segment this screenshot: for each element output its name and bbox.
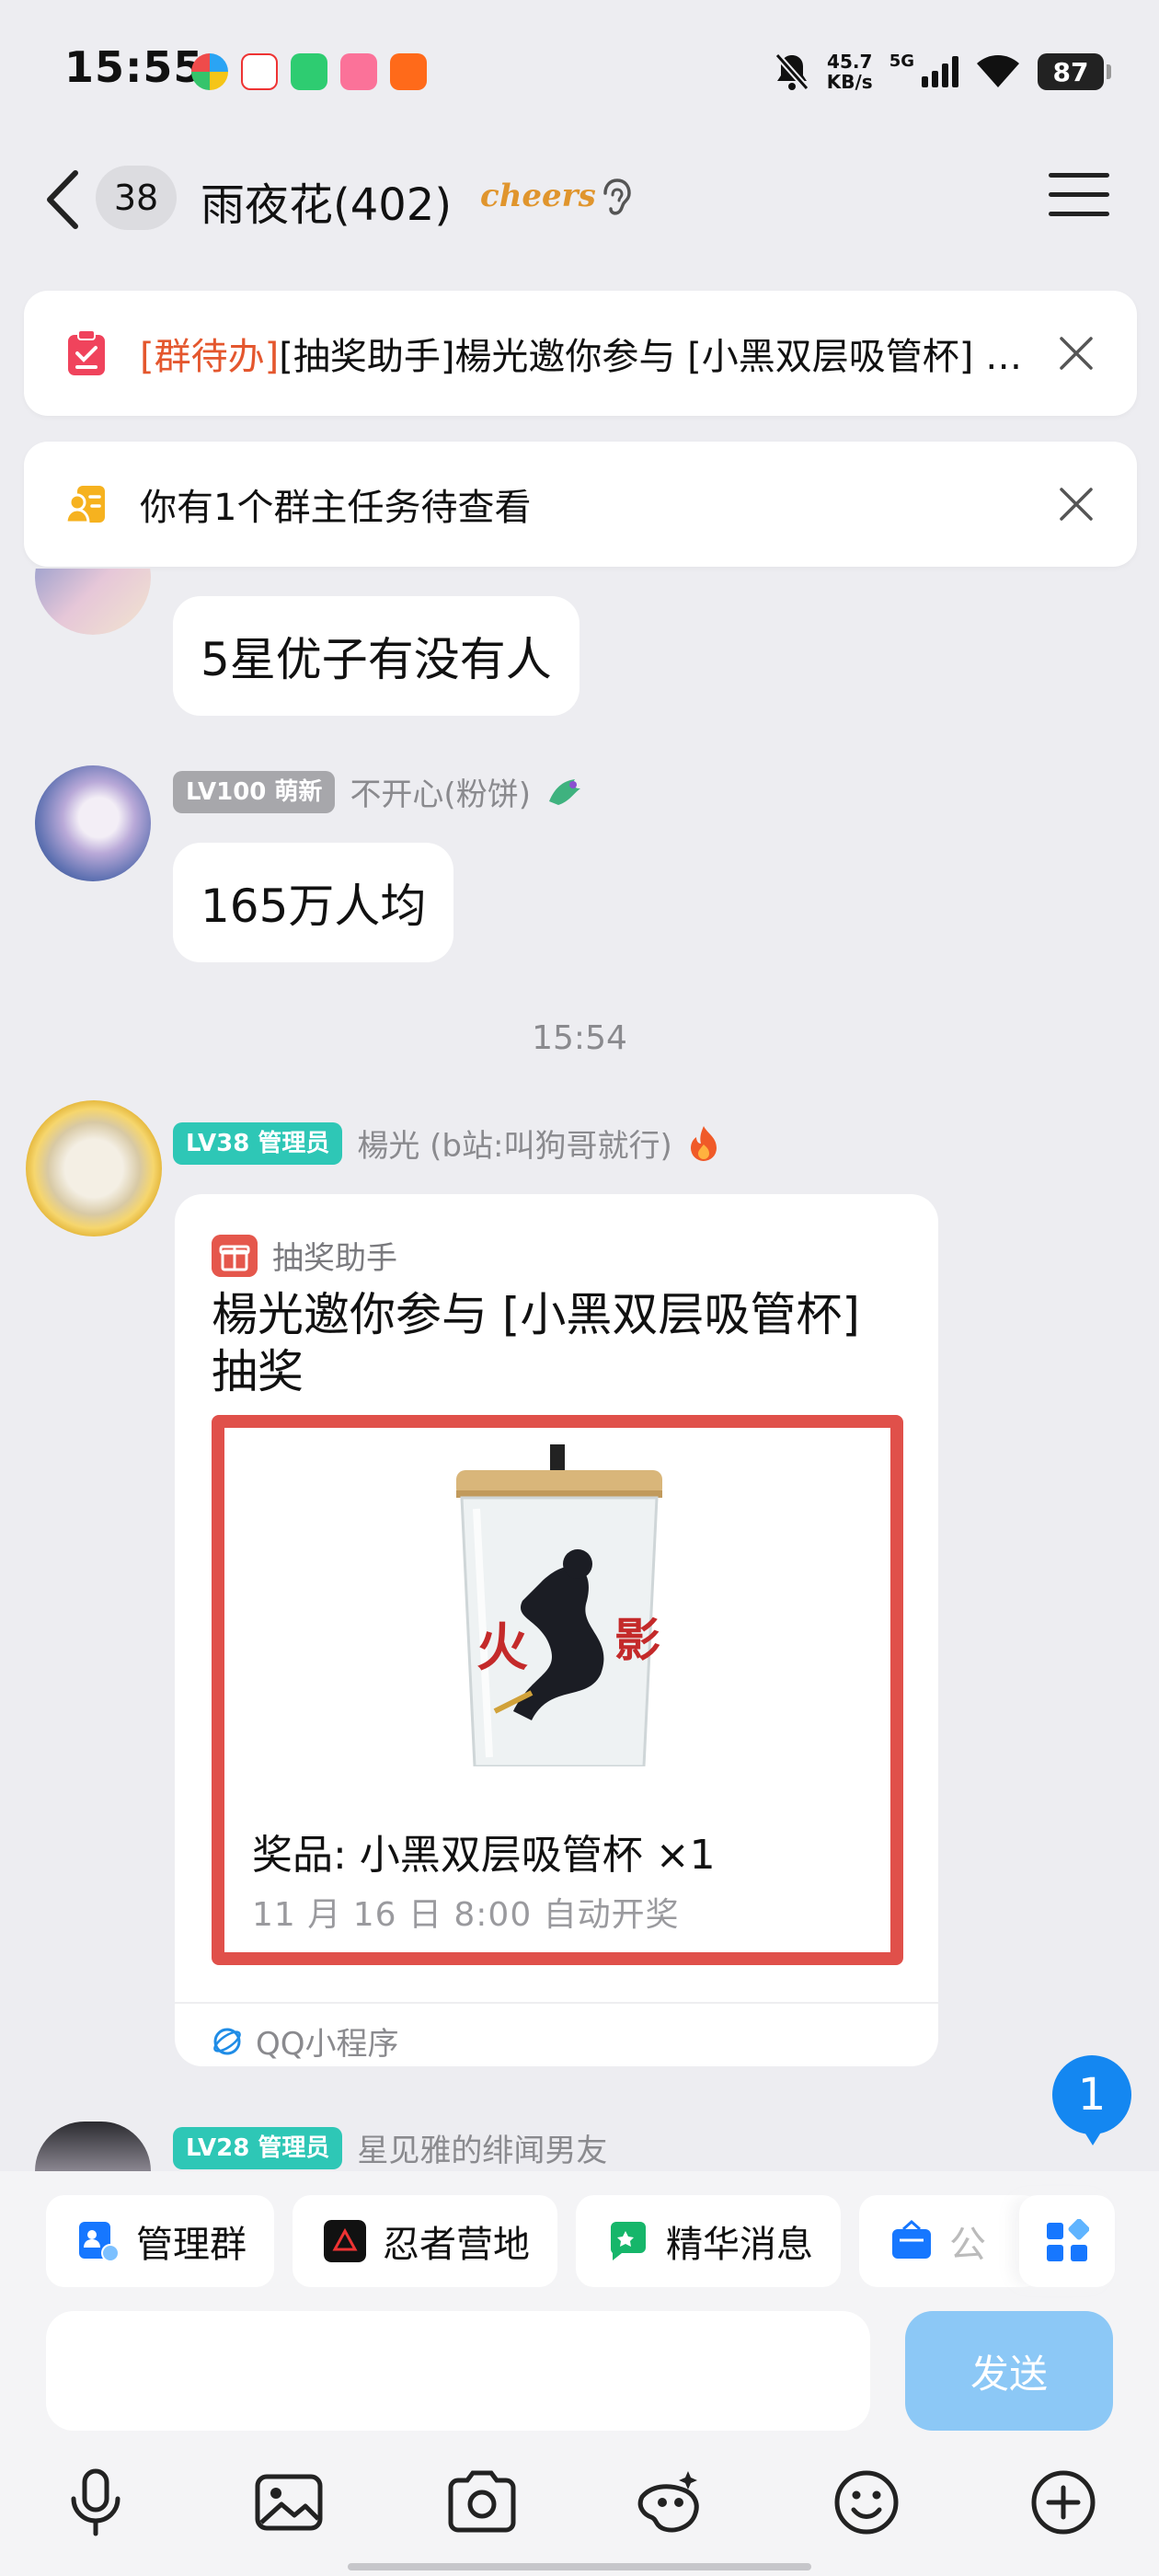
stickers-icon[interactable] (635, 2466, 708, 2539)
home-indicator[interactable] (348, 2563, 811, 2570)
mini-program-label: QQ小程序 (256, 2026, 399, 2063)
flame-icon (690, 1125, 717, 1161)
level-badge: LV100 萌新 (173, 770, 336, 813)
unread-count-badge[interactable]: 38 (96, 166, 177, 230)
manage-group-button[interactable]: 管理群 (46, 2195, 274, 2287)
message-bubble[interactable]: 5星优子有没有人 (173, 596, 580, 716)
more-apps-button[interactable] (1019, 2195, 1115, 2287)
avatar[interactable] (26, 1100, 162, 1236)
avatar[interactable] (35, 2122, 151, 2171)
prize-name: 奖品: 小黑双层吸管杯 ×1 (252, 1832, 716, 1879)
app-notification-icon-1 (191, 53, 228, 90)
level-badge: LV28 管理员 (173, 2126, 343, 2169)
dragon-emblem-icon (548, 778, 580, 805)
message-bubble[interactable]: 165万人均 (173, 843, 454, 962)
announcement-icon (892, 2220, 931, 2259)
close-icon[interactable] (1058, 335, 1095, 372)
sender-name[interactable]: 星见雅的绯闻男友 (357, 2125, 607, 2170)
manage-group-label: 管理群 (136, 2224, 247, 2266)
ear-icon[interactable] (598, 177, 635, 219)
announcement-button[interactable]: 公 (859, 2195, 1041, 2287)
send-button[interactable]: 发送 (905, 2311, 1113, 2431)
lottery-source: 抽奖助手 (212, 1233, 397, 1278)
status-bar: 15:55 45.7 KB/s 5G 87 (0, 0, 1159, 138)
card-divider (175, 2002, 938, 2004)
lottery-card[interactable]: 抽奖助手 楊光邀你参与 [小黑双层吸管杯] 抽奖 火 影 奖品: 小黑双层吸管杯… (175, 1194, 938, 2066)
prize-cup-image: 火 影 (456, 1444, 662, 1766)
battery-icon: 87 (1038, 53, 1111, 90)
net-speed: 45.7 KB/s (827, 52, 873, 92)
todo-notice-text: [群待办][抽奖助手]楊光邀你参与 [小黑双层吸管杯] 抽奖 (140, 327, 1023, 380)
bilibili-app-icon (340, 53, 377, 90)
close-icon[interactable] (1058, 486, 1095, 523)
plus-icon[interactable] (1027, 2466, 1100, 2539)
announcement-label: 公 (949, 2224, 986, 2266)
network-type: 5G (889, 51, 914, 71)
signal-icon (922, 56, 958, 87)
input-toolbar (0, 2466, 1159, 2539)
sender-name[interactable]: 楊光 (b站:叫狗哥就行) (357, 1121, 671, 1166)
status-indicators: 45.7 KB/s 5G 87 (774, 46, 1111, 98)
timestamp: 15:54 (532, 1019, 627, 1057)
quick-actions: 管理群 忍者营地 精华消息 公 (46, 2195, 1041, 2287)
status-time: 15:55 (64, 42, 204, 92)
new-message-badge[interactable]: 1 (1052, 2055, 1131, 2145)
owner-task-icon (64, 486, 105, 524)
featured-message-label: 精华消息 (666, 2224, 813, 2266)
todo-tag: [群待办] (140, 336, 280, 378)
menu-icon[interactable] (1049, 173, 1109, 224)
emoji-icon[interactable] (830, 2466, 903, 2539)
mute-bell-icon (775, 52, 809, 91)
net-speed-value: 45.7 (827, 51, 873, 73)
mini-program-footer: QQ小程序 (212, 2018, 399, 2064)
avatar[interactable] (35, 765, 151, 881)
bottom-panel: 管理群 忍者营地 精华消息 公 发送 (0, 2171, 1159, 2576)
sender-line: LV28 管理员 星见雅的绯闻男友 (173, 2125, 607, 2170)
microphone-icon[interactable] (59, 2466, 132, 2539)
image-icon[interactable] (252, 2466, 326, 2539)
todo-clipboard-icon (68, 329, 105, 375)
message-input[interactable] (46, 2311, 870, 2431)
svg-text:火: 火 (476, 1618, 528, 1678)
ninja-camp-button[interactable]: 忍者营地 (293, 2195, 557, 2287)
group-title[interactable]: 雨夜花(402) (201, 168, 452, 233)
level-badge: LV38 管理员 (173, 1121, 343, 1165)
sender-line: LV38 管理员 楊光 (b站:叫狗哥就行) (173, 1121, 720, 1166)
group-todo-notice[interactable]: [群待办][抽奖助手]楊光邀你参与 [小黑双层吸管杯] 抽奖 (24, 291, 1137, 416)
manage-group-icon (79, 2222, 120, 2262)
todo-text: [抽奖助手]楊光邀你参与 [小黑双层吸管杯] 抽奖 (279, 336, 1023, 378)
cheers-logo: cheers (480, 178, 596, 214)
svg-text:影: 影 (614, 1614, 660, 1667)
featured-message-button[interactable]: 精华消息 (576, 2195, 841, 2287)
wifi-icon (977, 55, 1019, 87)
ninja-camp-icon (324, 2220, 366, 2262)
prize-box[interactable]: 火 影 奖品: 小黑双层吸管杯 ×1 11 月 16 日 8:00 自动开奖 (212, 1415, 903, 1965)
gift-icon (212, 1234, 258, 1277)
back-arrow-icon[interactable] (40, 167, 86, 232)
battery-level: 87 (1052, 56, 1089, 87)
draw-time: 11 月 16 日 8:00 自动开奖 (252, 1896, 680, 1934)
app-notification-icon-5 (390, 53, 427, 90)
lottery-title: 楊光邀你参与 [小黑双层吸管杯] 抽奖 (212, 1288, 860, 1398)
featured-message-icon (611, 2222, 646, 2260)
ninja-camp-label: 忍者营地 (383, 2224, 530, 2266)
net-speed-unit: KB/s (826, 71, 873, 93)
sender-name[interactable]: 不开心(粉饼) (350, 769, 531, 814)
lottery-source-label: 抽奖助手 (272, 1240, 397, 1277)
app-notification-icon-2 (241, 53, 278, 90)
owner-task-notice[interactable]: 你有1个群主任务待查看 (24, 442, 1137, 567)
owner-task-text: 你有1个群主任务待查看 (140, 487, 532, 529)
camera-icon[interactable] (445, 2466, 519, 2539)
mini-program-icon (213, 2028, 241, 2054)
phone-app-icon (291, 53, 327, 90)
sender-line: LV100 萌新 不开心(粉饼) (173, 769, 586, 814)
apps-grid-icon (1047, 2219, 1089, 2261)
